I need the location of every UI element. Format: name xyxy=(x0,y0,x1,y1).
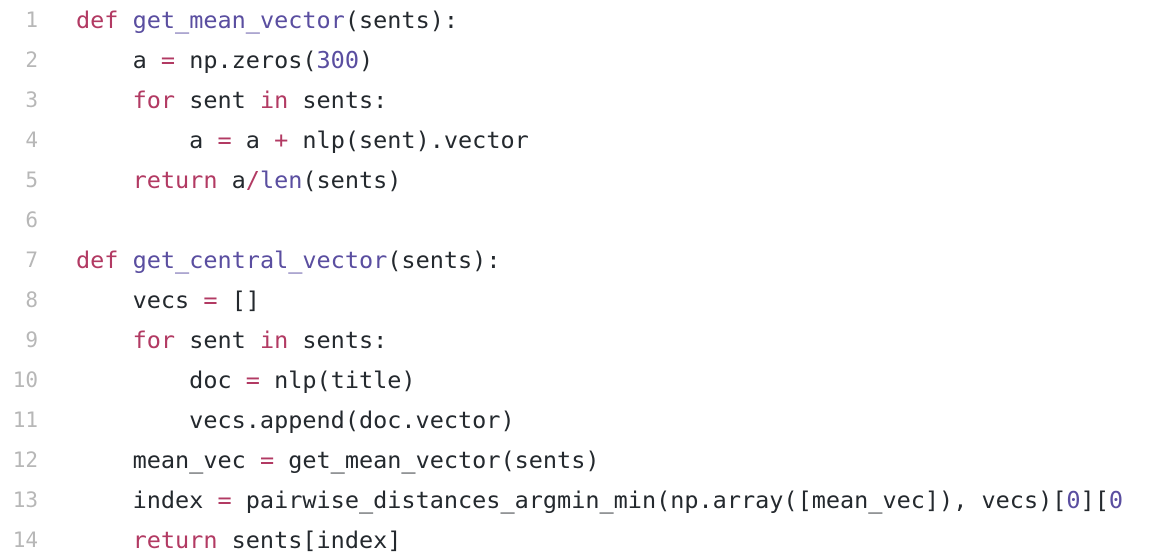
code-line[interactable]: 11 vecs.append(doc.vector) xyxy=(0,400,1164,440)
line-number: 8 xyxy=(25,288,38,312)
code-line[interactable]: 12 mean_vec = get_mean_vector(sents) xyxy=(0,440,1164,480)
line-number: 6 xyxy=(25,208,38,232)
code-token: index xyxy=(76,486,218,514)
code-token: sents: xyxy=(288,86,388,114)
code-text: return a/len(sents) xyxy=(76,160,402,200)
line-number: 11 xyxy=(12,408,38,432)
code-token: sent xyxy=(175,86,260,114)
code-line[interactable]: 1 def get_mean_vector(sents): xyxy=(0,0,1164,40)
code-token: ][ xyxy=(1080,486,1109,514)
code-token: (sents) xyxy=(302,166,402,194)
code-line[interactable]: 10 doc = nlp(title) xyxy=(0,360,1164,400)
code-token: = xyxy=(245,366,260,394)
code-token: [] xyxy=(217,286,260,314)
code-token: 300 xyxy=(316,46,359,74)
code-token: 0 xyxy=(1108,486,1123,514)
code-token: doc xyxy=(76,366,246,394)
code-token: a xyxy=(76,46,161,74)
code-token: (sents): xyxy=(387,246,501,274)
code-token: (sents): xyxy=(344,6,459,34)
code-token: np.zeros( xyxy=(175,46,317,74)
code-token: def xyxy=(76,246,119,274)
code-text: vecs = [] xyxy=(76,280,260,320)
code-line[interactable]: 9 for sent in sents: xyxy=(0,320,1164,360)
code-text: a = np.zeros(300) xyxy=(76,40,374,80)
code-line[interactable]: 3 for sent in sents: xyxy=(0,80,1164,120)
code-token: get_mean_vector(sents) xyxy=(274,446,600,474)
code-token: ) xyxy=(358,46,374,74)
code-token: get_mean_vector xyxy=(132,6,345,34)
code-token: return xyxy=(132,526,218,554)
code-token: / xyxy=(245,166,260,194)
code-token: = xyxy=(259,446,275,474)
code-editor[interactable]: 1 def get_mean_vector(sents): 2 a = np.zer… xyxy=(0,0,1164,558)
code-token: = xyxy=(217,486,232,514)
line-number: 13 xyxy=(12,488,38,512)
code-token: a xyxy=(76,126,218,154)
code-token: pairwise_distances_argmin_min(np.array([… xyxy=(231,486,1067,514)
code-token: def xyxy=(76,6,119,34)
code-token: for xyxy=(132,326,176,354)
line-number: 1 xyxy=(25,8,38,32)
code-token: in xyxy=(259,326,289,354)
code-token: sents[index] xyxy=(217,526,402,554)
code-token: = xyxy=(160,46,176,74)
code-token: mean_vec xyxy=(76,446,260,474)
code-token: a xyxy=(231,126,275,154)
line-number: 9 xyxy=(25,328,38,352)
code-token: nlp(title) xyxy=(259,366,416,394)
code-token: nlp(sent).vector xyxy=(288,126,529,154)
line-number: 14 xyxy=(12,528,38,552)
line-number: 2 xyxy=(25,48,38,72)
line-number: 10 xyxy=(12,368,38,392)
code-line[interactable]: 14 return sents[index] xyxy=(0,520,1164,560)
code-text: def get_mean_vector(sents): xyxy=(76,0,458,40)
code-token: = xyxy=(203,286,218,314)
line-number: 12 xyxy=(12,448,38,472)
code-token: for xyxy=(132,86,176,114)
code-token: + xyxy=(274,126,289,154)
code-text: vecs.append(doc.vector) xyxy=(76,400,515,440)
code-text: return sents[index] xyxy=(76,520,402,560)
code-token: a xyxy=(217,166,246,194)
code-line[interactable]: 5 return a/len(sents) xyxy=(0,160,1164,200)
code-token: = xyxy=(217,126,232,154)
code-token: return xyxy=(132,166,218,194)
line-number: 5 xyxy=(25,168,38,192)
code-line[interactable]: 7 def get_central_vector(sents): xyxy=(0,240,1164,280)
code-line[interactable]: 6 xyxy=(0,200,1164,240)
code-text: for sent in sents: xyxy=(76,80,388,120)
code-line[interactable]: 8 vecs = [] xyxy=(0,280,1164,320)
code-line[interactable]: 4 a = a + nlp(sent).vector xyxy=(0,120,1164,160)
code-token: len xyxy=(259,166,303,194)
code-text: a = a + nlp(sent).vector xyxy=(76,120,529,160)
code-token: sent xyxy=(175,326,260,354)
code-text: index = pairwise_distances_argmin_min(np… xyxy=(76,480,1123,520)
code-token: sents: xyxy=(288,326,388,354)
line-number: 3 xyxy=(25,88,38,112)
code-token: get_central_vector xyxy=(132,246,388,274)
code-token: vecs.append(doc.vector) xyxy=(76,406,515,434)
line-number: 7 xyxy=(25,248,38,272)
code-text: doc = nlp(title) xyxy=(76,360,416,400)
code-text: def get_central_vector(sents): xyxy=(76,240,500,280)
code-token: vecs xyxy=(76,286,204,314)
code-token: 0 xyxy=(1066,486,1081,514)
code-text: mean_vec = get_mean_vector(sents) xyxy=(76,440,600,480)
line-number: 4 xyxy=(25,128,38,152)
code-text: for sent in sents: xyxy=(76,320,388,360)
code-line[interactable]: 2 a = np.zeros(300) xyxy=(0,40,1164,80)
code-line[interactable]: 13 index = pairwise_distances_argmin_min… xyxy=(0,480,1164,520)
code-token: in xyxy=(259,86,289,114)
